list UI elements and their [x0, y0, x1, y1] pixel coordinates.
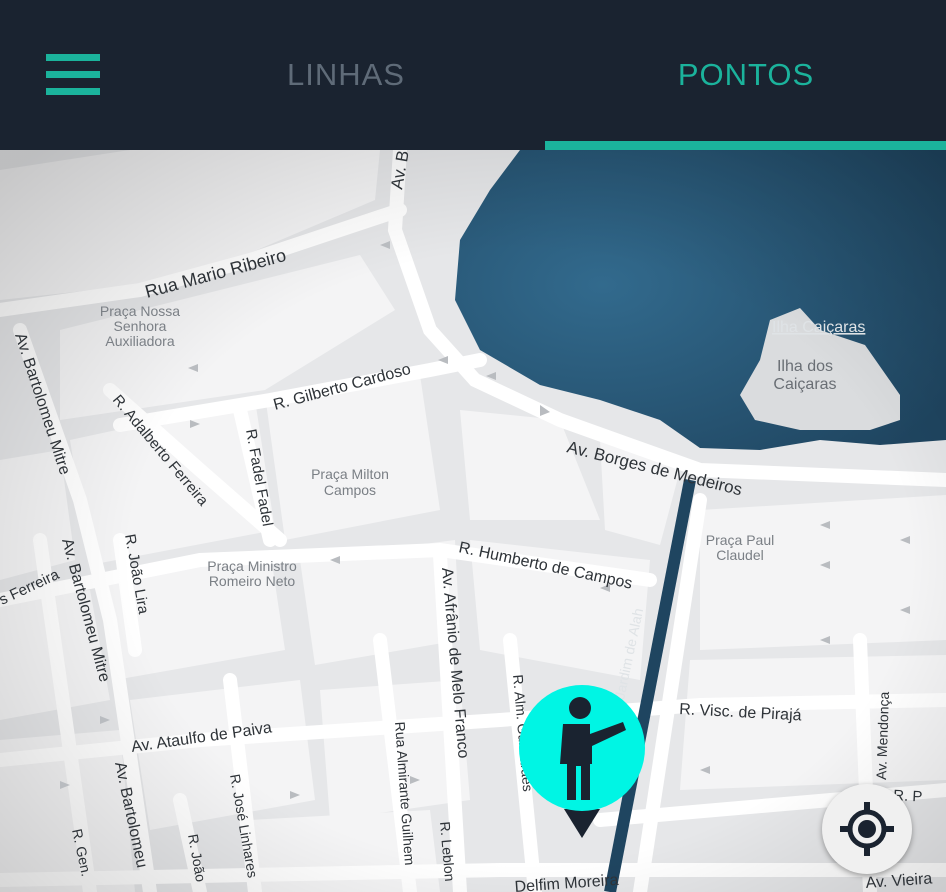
locate-me-button[interactable] — [822, 784, 912, 874]
crosshair-locate-icon — [840, 802, 894, 856]
label-praca-milton-campos: Praça Milton — [311, 466, 389, 482]
label-praca-ministro: Praça Ministro — [207, 558, 297, 574]
label-ilha-dos-caicaras: Caiçaras — [773, 376, 836, 393]
top-app-bar: LINHAS PONTOS — [0, 0, 946, 150]
label-ilha-dos-caicaras: Ilha dos — [777, 358, 833, 375]
label-praca-milton-campos: Campos — [324, 482, 376, 498]
map-canvas: Av. B Rua Mario Ribeiro Praça Nossa Senh… — [0, 150, 946, 892]
hamburger-menu-icon[interactable] — [46, 54, 100, 96]
label-praca-paul-claudel: Praça Paul — [706, 532, 774, 548]
label-praca-nossa-senhora: Auxiliadora — [105, 333, 174, 349]
tab-pontos[interactable]: PONTOS — [546, 0, 946, 150]
label-praca-ministro: Romeiro Neto — [209, 573, 296, 589]
label-av-mendonca: Av. Mendonça — [873, 691, 892, 780]
person-hailing-bus-icon — [519, 685, 645, 838]
tab-linhas[interactable]: LINHAS — [146, 0, 546, 150]
label-praca-nossa-senhora: Praça Nossa — [100, 303, 180, 319]
map-view[interactable]: Av. B Rua Mario Ribeiro Praça Nossa Senh… — [0, 150, 946, 892]
label-praca-paul-claudel: Claudel — [716, 547, 763, 563]
label-praca-nossa-senhora: Senhora — [114, 318, 167, 334]
active-tab-indicator — [545, 141, 946, 150]
label-ilha-caicaras-link: Ilha Caiçaras — [772, 319, 865, 336]
bus-stop-marker[interactable] — [518, 684, 646, 840]
